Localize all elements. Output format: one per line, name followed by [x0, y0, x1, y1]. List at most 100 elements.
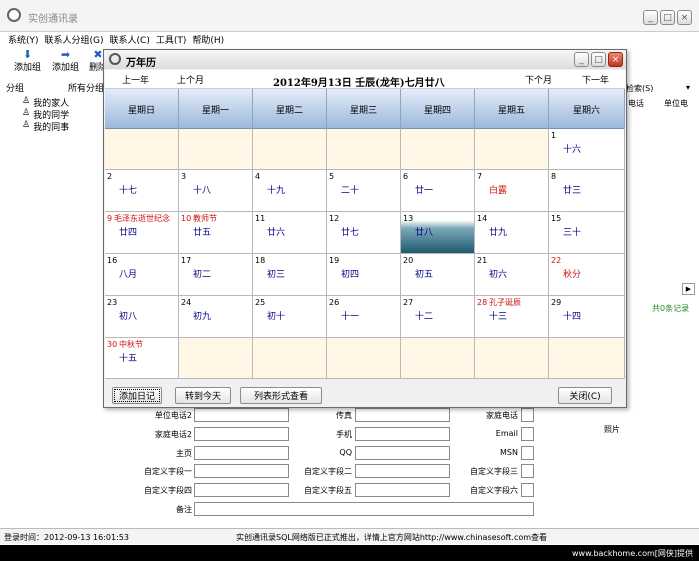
scroll-right-button[interactable]: ▶	[682, 283, 695, 295]
day-cell[interactable]: 3 十八	[179, 170, 253, 212]
day-event: 中秋节	[119, 340, 143, 349]
chevron-down-icon[interactable]: ▾	[686, 83, 690, 92]
day-cell[interactable]: 16 八月	[105, 254, 179, 296]
day-cell[interactable]: 10 教师节 廿五	[179, 212, 253, 254]
lunar-date: 廿六	[267, 228, 286, 238]
label-homepage: 主页	[176, 449, 192, 458]
day-cell[interactable]: 24 初九	[179, 296, 253, 338]
day-cell[interactable]: 23 初八	[105, 296, 179, 338]
minimize-button[interactable]: _	[643, 10, 658, 25]
menu-contacts[interactable]: 联系人(C)	[110, 33, 150, 47]
day-cell[interactable]: 17 初二	[179, 254, 253, 296]
day-cell[interactable]	[253, 338, 327, 379]
menu-tools[interactable]: 工具(T)	[156, 33, 187, 47]
day-cell[interactable]: 27 十二	[401, 296, 475, 338]
calendar-grid: 1 十六 2 十七 3 十八 4 十九 5 二十 6 廿一 7 白露 8 廿三 9 毛泽东逝世纪念 廿四 10 教师节廿…	[105, 129, 625, 379]
menu-system[interactable]: 系统(Y)	[8, 33, 39, 47]
lunar-date: 十四	[563, 312, 582, 322]
day-cell[interactable]: 5 二十	[327, 170, 401, 212]
menu-groups[interactable]: 联系人分组(G)	[45, 33, 104, 47]
day-cell[interactable]	[253, 129, 327, 170]
calendar-titlebar: 万年历 _ □ ×	[104, 50, 626, 69]
lunar-date: 秋分	[563, 270, 582, 280]
day-cell[interactable]: 21 初六	[475, 254, 549, 296]
day-cell[interactable]	[401, 338, 475, 379]
field-msn[interactable]	[521, 446, 534, 460]
column-work-phone[interactable]: 单位电	[664, 98, 688, 109]
field-home-phone2[interactable]	[194, 427, 289, 441]
prev-month-button[interactable]: 上个月	[177, 73, 204, 86]
lunar-date: 廿四	[119, 228, 138, 238]
day-cell[interactable]: 18 初三	[253, 254, 327, 296]
day-cell[interactable]: 19 初四	[327, 254, 401, 296]
field-custom4[interactable]	[194, 483, 289, 497]
field-fax[interactable]	[355, 408, 450, 422]
menu-help[interactable]: 帮助(H)	[192, 33, 224, 47]
field-custom3[interactable]	[521, 464, 534, 478]
field-notes[interactable]	[194, 502, 534, 516]
day-cell[interactable]	[105, 129, 179, 170]
field-custom1[interactable]	[194, 464, 289, 478]
day-cell[interactable]: 13 廿八	[401, 212, 475, 254]
next-month-button[interactable]: 下个月	[525, 73, 552, 86]
maximize-button[interactable]: □	[660, 10, 675, 25]
calendar-close-x-button[interactable]: ×	[608, 52, 623, 67]
prev-year-button[interactable]: 上一年	[122, 73, 149, 86]
day-cell[interactable]	[401, 129, 475, 170]
field-homepage[interactable]	[194, 446, 289, 460]
label-qq: QQ	[339, 448, 352, 457]
search-dropdown[interactable]: 检索(S)	[626, 83, 653, 94]
day-cell[interactable]	[327, 338, 401, 379]
day-cell[interactable]	[549, 338, 625, 379]
day-number: 11	[255, 214, 266, 223]
label-notes: 备注	[176, 505, 192, 514]
day-cell[interactable]: 7 白露	[475, 170, 549, 212]
add-group-button[interactable]: ⬇ 添加组	[14, 49, 41, 73]
day-cell[interactable]: 25 初十	[253, 296, 327, 338]
calendar-minimize-button[interactable]: _	[574, 52, 589, 67]
field-work-phone2[interactable]	[194, 408, 289, 422]
calendar-maximize-button[interactable]: □	[591, 52, 606, 67]
field-mobile[interactable]	[355, 427, 450, 441]
close-dialog-button[interactable]: 关闭(C)	[558, 387, 612, 404]
day-cell[interactable]: 8 廿三	[549, 170, 625, 212]
go-today-button[interactable]: 转到今天	[175, 387, 231, 404]
day-cell[interactable]: 15 三十	[549, 212, 625, 254]
day-cell[interactable]	[179, 338, 253, 379]
day-cell[interactable]: 1 十六	[549, 129, 625, 170]
field-custom5[interactable]	[355, 483, 450, 497]
day-cell[interactable]: 2 十七	[105, 170, 179, 212]
day-number: 21	[477, 256, 488, 265]
day-cell[interactable]	[475, 129, 549, 170]
add-diary-button[interactable]: 添加日记	[112, 387, 162, 404]
field-custom2[interactable]	[355, 464, 450, 478]
day-cell[interactable]: 28 孔子诞辰 十三	[475, 296, 549, 338]
day-cell[interactable]: 22 秋分	[549, 254, 625, 296]
day-cell[interactable]: 30 中秋节 十五	[105, 338, 179, 379]
group-item-colleagues[interactable]: ♙ 我的同事	[22, 120, 69, 133]
day-cell[interactable]: 20 初五	[401, 254, 475, 296]
day-cell[interactable]: 11 廿六	[253, 212, 327, 254]
day-cell[interactable]	[475, 338, 549, 379]
day-cell[interactable]: 14 廿九	[475, 212, 549, 254]
day-cell[interactable]: 12 廿七	[327, 212, 401, 254]
field-home-phone[interactable]	[521, 408, 534, 422]
field-qq[interactable]	[355, 446, 450, 460]
label-custom5: 自定义字段五	[304, 486, 352, 495]
day-cell[interactable]: 6 廿一	[401, 170, 475, 212]
day-cell[interactable]: 4 十九	[253, 170, 327, 212]
next-year-button[interactable]: 下一年	[582, 73, 609, 86]
day-cell[interactable]	[327, 129, 401, 170]
day-cell[interactable]	[179, 129, 253, 170]
label-home-phone: 家庭电话	[486, 411, 518, 420]
field-email[interactable]	[521, 427, 534, 441]
list-view-button[interactable]: 列表形式查看	[240, 387, 322, 404]
day-cell[interactable]: 26 十一	[327, 296, 401, 338]
add-group-button-2[interactable]: ➡ 添加组	[52, 49, 79, 73]
day-cell[interactable]: 9 毛泽东逝世纪念 廿四	[105, 212, 179, 254]
close-button[interactable]: ×	[677, 10, 692, 25]
day-cell[interactable]: 29 十四	[549, 296, 625, 338]
column-phone[interactable]: 电话	[628, 98, 644, 109]
label-custom3: 自定义字段三	[470, 467, 518, 476]
field-custom6[interactable]	[521, 483, 534, 497]
